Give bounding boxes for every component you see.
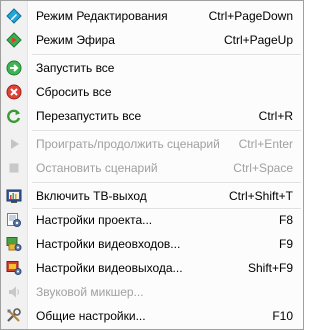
play-icon [6, 136, 22, 152]
stop-icon [6, 160, 22, 176]
tools-icon [6, 308, 22, 324]
menu-item-reset-all[interactable]: Сбросить все [1, 80, 303, 104]
menu-item-label: Сбросить все [36, 85, 112, 99]
menu-item-shortcut: F10 [272, 309, 293, 323]
menu-item-shortcut: F9 [278, 237, 293, 251]
project-settings-icon [6, 212, 22, 228]
menu-item-label: Перезапустить все [36, 109, 142, 123]
menu-item-play-scenario[interactable]: Проиграть/продолжить сценарий Ctrl+Enter [1, 132, 303, 156]
menu-item-label: Режим Редактирования [36, 9, 168, 23]
menu-item-label: Звуковой микшер... [36, 285, 144, 299]
menu-item-label: Режим Эфира [36, 33, 115, 47]
menu-item-shortcut: Shift+F9 [247, 261, 293, 275]
menu-item-label: Настройки видеовыхода... [36, 261, 183, 275]
menu-item-audio-mixer[interactable]: Звуковой микшер... [1, 280, 303, 304]
menu-item-edit-mode[interactable]: Режим Редактирования Ctrl+PageDown [1, 4, 303, 28]
menu-item-general-settings[interactable]: Общие настройки... F10 [1, 304, 303, 328]
menu-item-video-output-settings[interactable]: Настройки видеовыхода... Shift+F9 [1, 256, 303, 280]
video-input-settings-icon [6, 236, 22, 252]
menu-item-shortcut: Ctrl+Enter [238, 137, 293, 151]
menu-item-label: Проиграть/продолжить сценарий [36, 137, 220, 151]
menu-item-restart-all[interactable]: Перезапустить все Ctrl+R [1, 104, 303, 128]
menu-item-start-all[interactable]: Запустить все [1, 56, 303, 80]
air-mode-icon [6, 32, 22, 48]
menu-item-stop-scenario[interactable]: Остановить сценарий Ctrl+Space [1, 156, 303, 180]
menu-item-project-settings[interactable]: Настройки проекта... F8 [1, 208, 303, 232]
menu-item-label: Остановить сценарий [36, 161, 158, 175]
restart-all-icon [6, 108, 22, 124]
menu-item-shortcut: F8 [278, 213, 293, 227]
menu-item-label: Запустить все [36, 61, 115, 75]
menu-item-shortcut: Ctrl+Shift+T [228, 189, 293, 203]
menu-item-label: Настройки видеовходов... [36, 237, 181, 251]
start-all-icon [6, 60, 22, 76]
edit-mode-icon [6, 8, 22, 24]
context-menu: Режим Редактирования Ctrl+PageDown Режим… [0, 0, 304, 330]
menu-item-shortcut: Ctrl+PageUp [223, 33, 293, 47]
menu-item-video-input-settings[interactable]: Настройки видеовходов... F9 [1, 232, 303, 256]
menu-item-shortcut: Ctrl+R [258, 109, 293, 123]
menu-item-label: Включить ТВ-выход [36, 189, 147, 203]
menu-item-tv-output[interactable]: Включить ТВ-выход Ctrl+Shift+T [1, 184, 303, 208]
tv-output-icon [6, 188, 22, 204]
menu-item-shortcut: Ctrl+PageDown [208, 9, 293, 23]
video-output-settings-icon [6, 260, 22, 276]
menu-item-air-mode[interactable]: Режим Эфира Ctrl+PageUp [1, 28, 303, 52]
menu-item-shortcut: Ctrl+Space [233, 161, 293, 175]
audio-mixer-icon [6, 284, 22, 300]
menu-item-label: Общие настройки... [36, 309, 146, 323]
reset-all-icon [6, 84, 22, 100]
menu-item-label: Настройки проекта... [36, 213, 153, 227]
